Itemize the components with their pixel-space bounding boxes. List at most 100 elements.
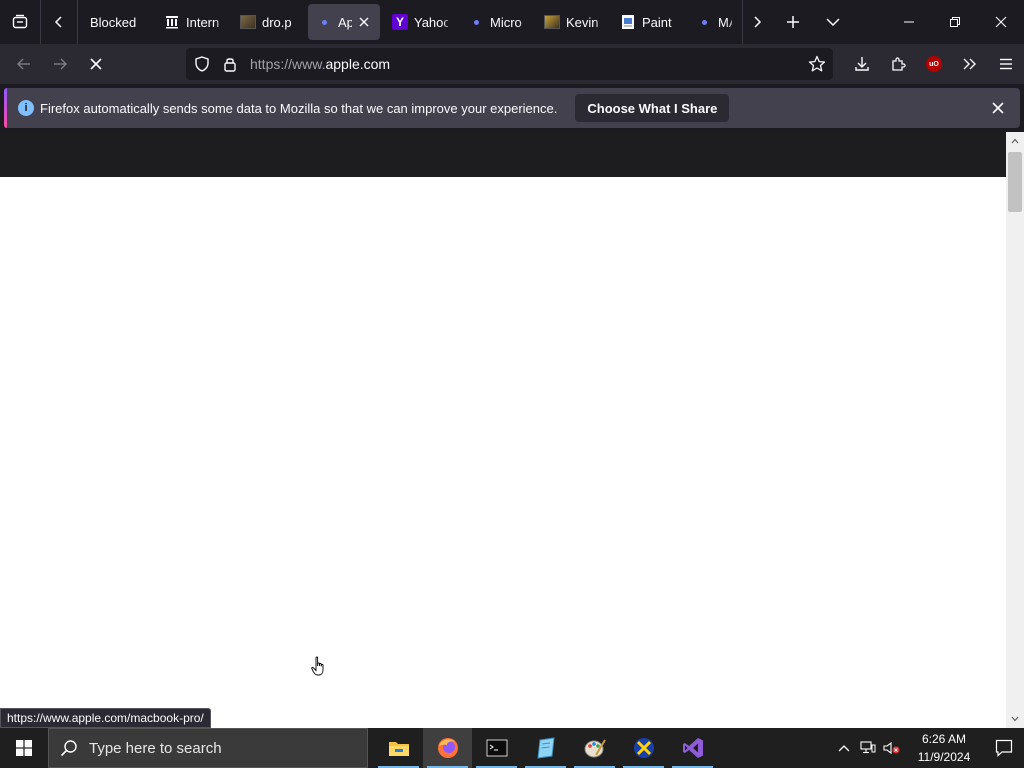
scroll-down-button[interactable] bbox=[1006, 710, 1024, 728]
network-status-button[interactable] bbox=[856, 728, 880, 768]
scroll-tabs-left-button[interactable] bbox=[41, 0, 77, 44]
minimize-icon bbox=[904, 21, 914, 23]
close-icon bbox=[995, 16, 1007, 28]
puzzle-icon bbox=[892, 57, 906, 71]
taskbar-paint[interactable] bbox=[570, 728, 619, 768]
double-chevron-right-icon bbox=[963, 58, 976, 70]
url-bar[interactable]: https://www.apple.com bbox=[186, 48, 833, 80]
scroll-up-button[interactable] bbox=[1006, 132, 1024, 150]
back-button[interactable] bbox=[6, 48, 42, 80]
tab-label: Micro bbox=[490, 14, 522, 30]
notepad-icon bbox=[536, 737, 555, 759]
data-reporting-notification: i Firefox automatically sends some data … bbox=[4, 88, 1020, 128]
star-icon bbox=[808, 55, 826, 72]
taskbar-visual-studio[interactable] bbox=[668, 728, 717, 768]
firefox-icon bbox=[437, 738, 458, 758]
tab-strip: Blocked Intern dro.p Ap Y Yahoo Micro Ke… bbox=[0, 0, 1024, 44]
file-explorer-icon bbox=[388, 742, 409, 756]
arrow-right-icon bbox=[54, 58, 67, 70]
close-notification-button[interactable] bbox=[984, 94, 1012, 122]
apple-global-nav bbox=[0, 132, 1008, 177]
tab-kevin[interactable]: Kevin bbox=[536, 4, 608, 40]
app-menu-button[interactable] bbox=[988, 48, 1024, 80]
image-thumbnail-icon bbox=[240, 14, 256, 30]
taskbar-notepad[interactable] bbox=[521, 728, 570, 768]
minimize-button[interactable] bbox=[886, 0, 932, 44]
chevron-down-icon bbox=[826, 18, 840, 27]
choose-what-i-share-button[interactable]: Choose What I Share bbox=[575, 94, 730, 122]
ublock-origin-button[interactable]: uO bbox=[916, 48, 952, 80]
paint-icon bbox=[584, 739, 606, 758]
tab-ma[interactable]: MA bbox=[688, 4, 740, 40]
download-icon bbox=[855, 57, 869, 71]
extensions-button[interactable] bbox=[880, 48, 916, 80]
more-tools-button[interactable] bbox=[952, 48, 988, 80]
taskbar-clock[interactable]: 6:26 AM 11/9/2024 bbox=[904, 730, 984, 766]
tab-microsoft[interactable]: Micro bbox=[460, 4, 532, 40]
list-all-tabs-button[interactable] bbox=[815, 0, 851, 44]
close-icon bbox=[359, 17, 369, 27]
firefox-view-icon bbox=[12, 14, 28, 29]
url-text[interactable]: https://www.apple.com bbox=[250, 56, 390, 72]
scroll-down-arrow-icon bbox=[1011, 716, 1019, 722]
arrow-left-icon bbox=[17, 58, 30, 70]
taskbar-xming[interactable] bbox=[619, 728, 668, 768]
forward-button[interactable] bbox=[42, 48, 78, 80]
tab-blocked[interactable]: Blocked bbox=[80, 4, 152, 40]
downloads-button[interactable] bbox=[844, 48, 880, 80]
windows-logo-icon bbox=[16, 740, 32, 756]
chevron-right-icon bbox=[754, 16, 762, 28]
site-info-button[interactable] bbox=[216, 48, 244, 80]
tab-list: Blocked Intern dro.p Ap Y Yahoo Micro Ke… bbox=[78, 0, 742, 44]
tab-dro[interactable]: dro.p bbox=[232, 4, 304, 40]
tab-label: Blocked bbox=[90, 14, 137, 30]
chevron-left-icon bbox=[54, 16, 62, 28]
url-prefix: https://www. bbox=[250, 56, 326, 72]
taskbar-terminal[interactable] bbox=[472, 728, 521, 768]
tab-label: Ap bbox=[338, 14, 352, 30]
web-page-content[interactable] bbox=[0, 132, 1008, 728]
tab-internet-archive[interactable]: Intern bbox=[156, 4, 228, 40]
image-thumbnail-icon bbox=[544, 14, 560, 30]
hamburger-menu-icon bbox=[1000, 58, 1012, 70]
windows-taskbar: Type here to search 6:26 AM 11/9/2024 bbox=[0, 728, 1024, 768]
ublock-origin-icon: uO bbox=[926, 56, 942, 72]
taskbar-firefox[interactable] bbox=[423, 728, 472, 768]
start-button[interactable] bbox=[0, 728, 48, 768]
scrollbar-thumb[interactable] bbox=[1008, 152, 1022, 212]
tab-label: Paint bbox=[642, 14, 672, 30]
yahoo-icon: Y bbox=[392, 14, 408, 30]
plus-icon bbox=[787, 16, 799, 28]
taskbar-search-box[interactable]: Type here to search bbox=[48, 728, 368, 768]
tab-paint[interactable]: Paint bbox=[612, 4, 684, 40]
close-icon bbox=[992, 102, 1004, 114]
lock-icon bbox=[224, 58, 236, 72]
document-icon bbox=[620, 14, 636, 30]
speaker-muted-icon bbox=[883, 741, 900, 755]
system-tray: 6:26 AM 11/9/2024 bbox=[832, 728, 1024, 768]
action-center-button[interactable] bbox=[984, 728, 1024, 768]
chevron-up-icon bbox=[838, 745, 850, 752]
toolbar-right: uO bbox=[844, 48, 1024, 80]
close-tab-button[interactable] bbox=[356, 14, 372, 30]
network-icon bbox=[860, 741, 876, 754]
clock-time: 6:26 AM bbox=[921, 732, 967, 746]
volume-button[interactable] bbox=[880, 728, 904, 768]
new-tab-button[interactable] bbox=[771, 0, 815, 44]
bookmark-page-button[interactable] bbox=[801, 48, 833, 80]
tab-label: dro.p bbox=[262, 14, 292, 30]
show-hidden-icons-button[interactable] bbox=[832, 728, 856, 768]
page-scrollbar[interactable] bbox=[1006, 132, 1024, 728]
taskbar-file-explorer[interactable] bbox=[374, 728, 423, 768]
loading-dot-icon bbox=[316, 14, 332, 30]
xming-icon bbox=[633, 738, 654, 758]
scroll-tabs-right-button[interactable] bbox=[743, 0, 771, 44]
stop-loading-button[interactable] bbox=[78, 48, 114, 80]
tracking-protection-button[interactable] bbox=[188, 48, 216, 80]
tab-yahoo[interactable]: Y Yahoo bbox=[384, 4, 456, 40]
restore-button[interactable] bbox=[932, 0, 978, 44]
close-window-button[interactable] bbox=[978, 0, 1024, 44]
firefox-view-button[interactable] bbox=[0, 0, 40, 44]
tab-apple[interactable]: Ap bbox=[308, 4, 380, 40]
loading-dot-icon bbox=[696, 14, 712, 30]
